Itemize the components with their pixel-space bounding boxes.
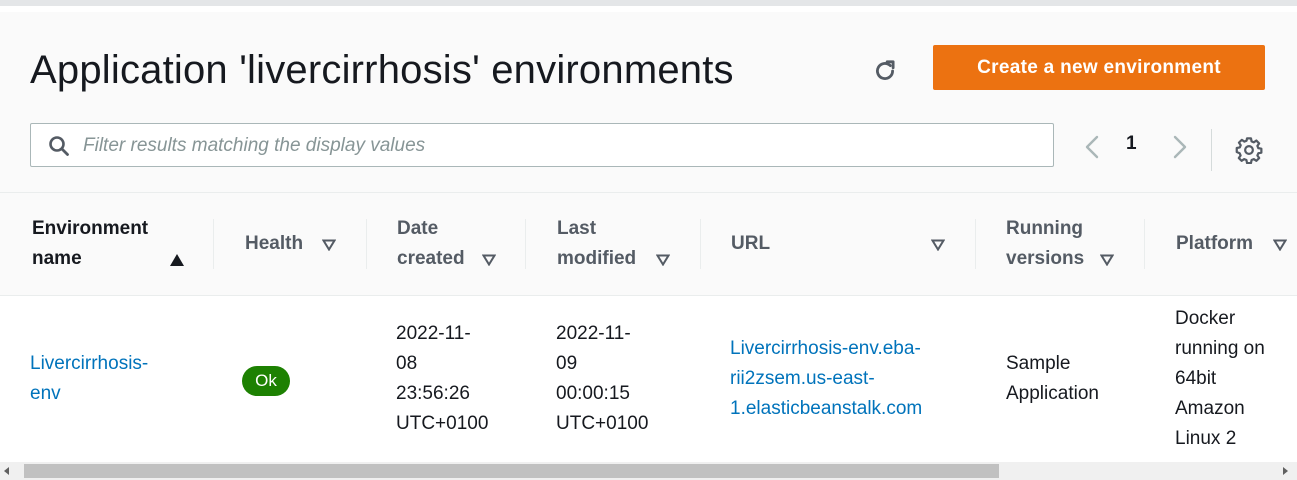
sort-icon bbox=[322, 239, 336, 251]
column-label: URL bbox=[731, 233, 771, 254]
column-header-running-versions[interactable]: Running versions bbox=[976, 193, 1144, 295]
url-line[interactable]: 1.elasticbeanstalk.com bbox=[730, 398, 922, 419]
chevron-right-icon[interactable] bbox=[1168, 133, 1192, 161]
environment-url-link[interactable]: Livercirrhosis-env.eba- rii2zsem.us-east… bbox=[730, 334, 922, 424]
panel-header: Application 'livercirrhosis' environment… bbox=[0, 12, 1297, 192]
column-label: modified bbox=[557, 248, 637, 269]
column-label: versions bbox=[1006, 248, 1085, 269]
sort-icon bbox=[1273, 239, 1287, 251]
platform-line: 64bit bbox=[1175, 368, 1217, 389]
filter-input[interactable] bbox=[81, 125, 1045, 167]
platform-line: running on bbox=[1175, 338, 1265, 359]
column-header-last-modified[interactable]: Last modified bbox=[526, 193, 700, 295]
platform-cell: Docker running on 64bit Amazon Linux 2 bbox=[1175, 304, 1265, 454]
date-created-line: 2022-11- bbox=[396, 323, 471, 344]
current-page-number[interactable]: 1 bbox=[1126, 133, 1137, 155]
environment-name-line[interactable]: Livercirrhosis- bbox=[30, 353, 148, 374]
running-versions-line: Sample bbox=[1006, 353, 1071, 374]
column-label: Health bbox=[245, 233, 304, 254]
table-row: Livercirrhosis- env Ok 2022-11- 08 23:56… bbox=[0, 296, 1297, 462]
column-header-platform[interactable]: Platform bbox=[1145, 193, 1297, 295]
chevron-left-icon[interactable] bbox=[1080, 133, 1104, 161]
scroll-left-icon[interactable] bbox=[2, 466, 12, 476]
column-label: Running bbox=[1006, 218, 1084, 239]
platform-line: Docker bbox=[1175, 308, 1236, 329]
column-label: Last bbox=[557, 218, 597, 239]
url-line[interactable]: Livercirrhosis-env.eba- bbox=[730, 338, 921, 359]
refresh-button[interactable] bbox=[867, 53, 903, 89]
sort-icon bbox=[931, 239, 945, 251]
date-created-line: 23:56:26 bbox=[396, 383, 470, 404]
page-title: Application 'livercirrhosis' environment… bbox=[30, 48, 734, 92]
running-versions-line: Application bbox=[1006, 383, 1099, 404]
date-created-line: UTC+0100 bbox=[396, 413, 489, 434]
scrollbar-thumb[interactable] bbox=[24, 464, 999, 478]
environment-name-link[interactable]: Livercirrhosis- env bbox=[30, 349, 148, 409]
last-modified-cell: 2022-11- 09 00:00:15 UTC+0100 bbox=[556, 319, 648, 439]
date-created-line: 08 bbox=[396, 353, 418, 374]
create-environment-button[interactable]: Create a new environment bbox=[933, 45, 1265, 90]
pager-divider bbox=[1211, 129, 1212, 171]
column-header-health[interactable]: Health bbox=[214, 193, 366, 295]
platform-line: Amazon bbox=[1175, 398, 1245, 419]
column-header-environment-name[interactable]: Environment name bbox=[0, 193, 213, 295]
last-modified-line: UTC+0100 bbox=[556, 413, 649, 434]
column-label: name bbox=[32, 248, 82, 269]
last-modified-line: 00:00:15 bbox=[556, 383, 630, 404]
column-label: Platform bbox=[1176, 233, 1254, 254]
search-icon bbox=[49, 136, 69, 156]
filter-field[interactable] bbox=[30, 123, 1054, 167]
column-header-url[interactable]: URL bbox=[701, 193, 975, 295]
date-created-cell: 2022-11- 08 23:56:26 UTC+0100 bbox=[396, 319, 488, 439]
url-line[interactable]: rii2zsem.us-east- bbox=[730, 368, 875, 389]
column-header-date-created[interactable]: Date created bbox=[367, 193, 525, 295]
sort-icon bbox=[482, 254, 496, 266]
gear-icon[interactable] bbox=[1235, 136, 1263, 164]
health-status-badge: Ok bbox=[242, 366, 290, 396]
sort-ascending-icon bbox=[170, 254, 184, 266]
horizontal-scrollbar[interactable] bbox=[0, 462, 1297, 480]
column-label: created bbox=[397, 248, 465, 269]
last-modified-line: 09 bbox=[556, 353, 578, 374]
column-label: Date bbox=[397, 218, 439, 239]
refresh-icon bbox=[876, 60, 895, 80]
environment-name-line[interactable]: env bbox=[30, 383, 61, 404]
sort-icon bbox=[1100, 254, 1114, 266]
platform-line: Linux 2 bbox=[1175, 428, 1237, 449]
environments-panel: Application 'livercirrhosis' environment… bbox=[0, 0, 1297, 480]
last-modified-line: 2022-11- bbox=[556, 323, 631, 344]
table-header: Environment name Health Date created Las… bbox=[0, 192, 1297, 296]
scroll-right-icon[interactable] bbox=[1280, 466, 1290, 476]
column-label: Environment bbox=[32, 218, 149, 239]
running-versions-cell: Sample Application bbox=[1006, 349, 1099, 409]
sort-icon bbox=[656, 254, 670, 266]
